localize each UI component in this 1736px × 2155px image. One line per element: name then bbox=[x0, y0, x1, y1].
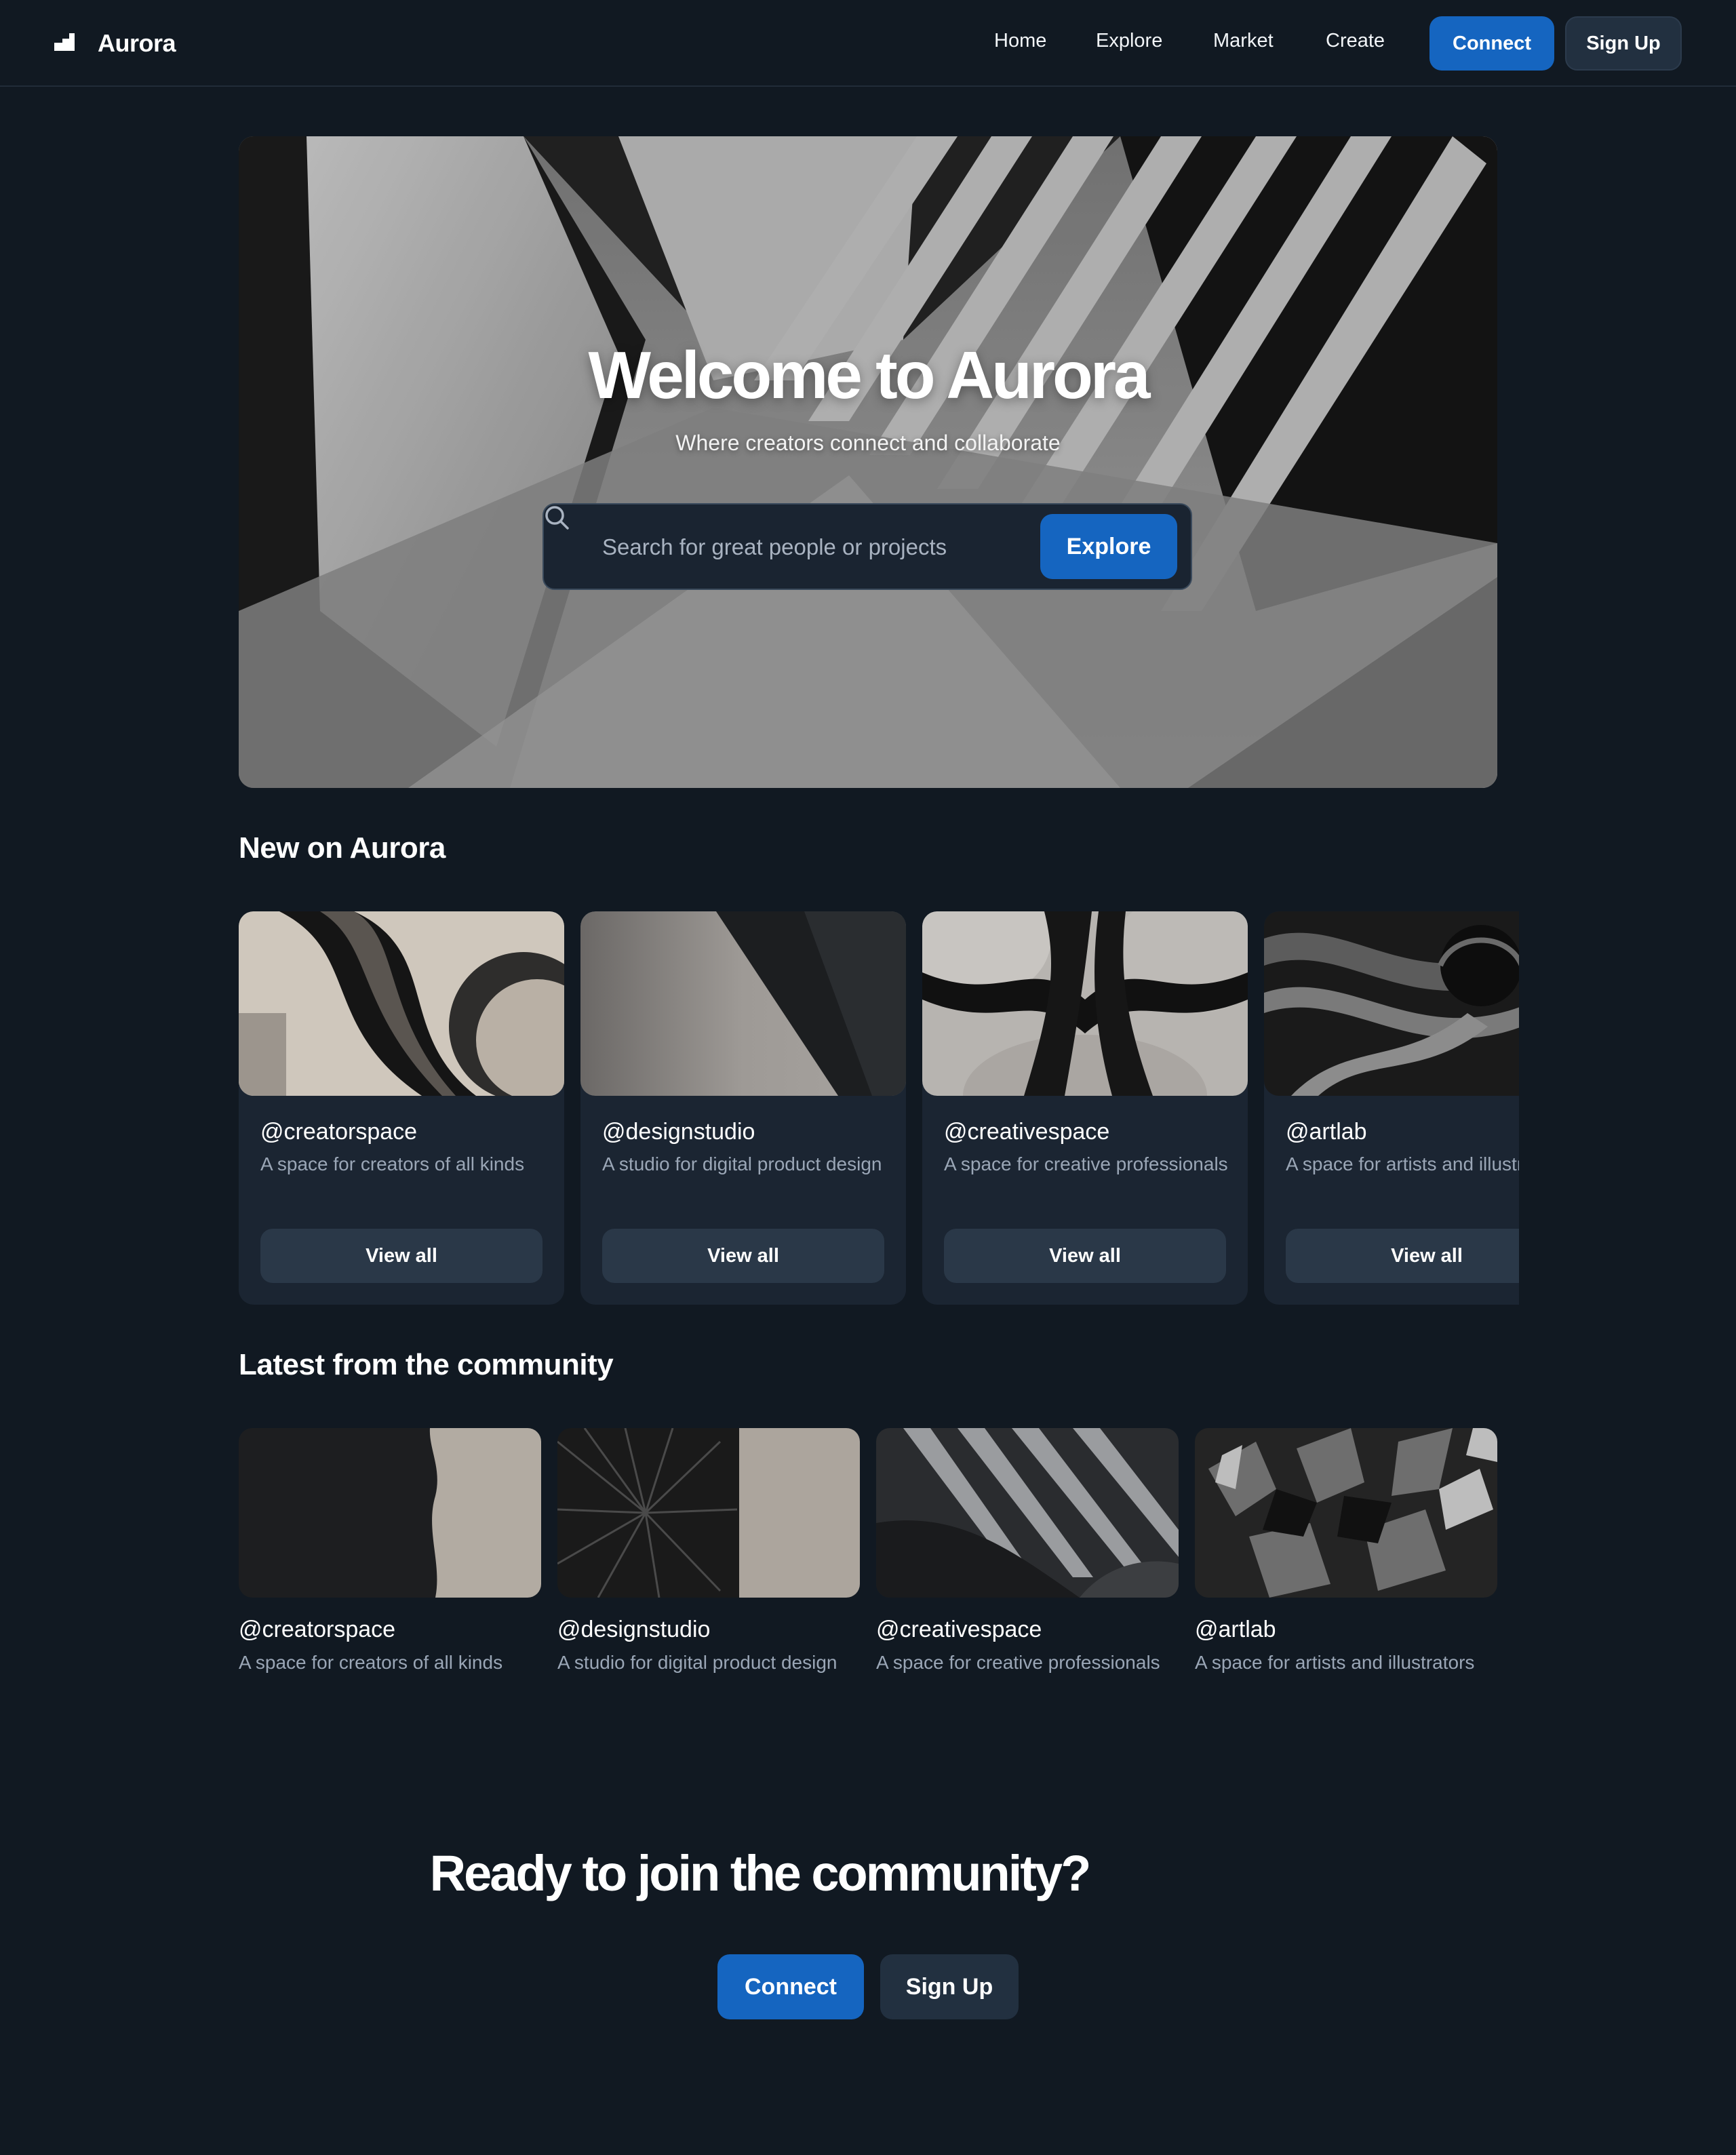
card-handle[interactable]: @creatorspace bbox=[260, 1119, 417, 1145]
card-description: A space for creative professionals bbox=[944, 1153, 1228, 1174]
nav-link-home[interactable]: Home bbox=[994, 30, 1046, 52]
card-image bbox=[580, 911, 906, 1096]
community-item-image bbox=[557, 1428, 860, 1598]
hero-subtitle: Where creators connect and collaborate bbox=[675, 431, 1061, 455]
card-handle[interactable]: @designstudio bbox=[602, 1119, 755, 1145]
community-item-handle[interactable]: @designstudio bbox=[557, 1617, 860, 1643]
hero-abstract-image bbox=[239, 136, 1497, 788]
search-input[interactable] bbox=[602, 523, 1023, 571]
cta-title: Ready to join the community? bbox=[429, 1845, 1092, 1901]
community-item-handle[interactable]: @creatorspace bbox=[239, 1617, 541, 1643]
cta-signup-button[interactable]: Sign Up bbox=[880, 1954, 1019, 2019]
nav-link-explore[interactable]: Explore bbox=[1096, 30, 1162, 52]
community-item-description: A studio for digital product design bbox=[557, 1652, 837, 1673]
cta-connect-button[interactable]: Connect bbox=[717, 1954, 864, 2019]
search-icon bbox=[545, 506, 569, 530]
nav-link-create[interactable]: Create bbox=[1326, 30, 1385, 52]
new-card[interactable]: @artlab A space for artists and illustra… bbox=[1264, 911, 1519, 1305]
community-item[interactable]: @designstudio A studio for digital produ… bbox=[557, 1428, 860, 1677]
top-nav: Aurora Home Explore Market Create Connec… bbox=[0, 0, 1736, 87]
view-all-button[interactable]: View all bbox=[602, 1229, 884, 1283]
card-description: A space for artists and illustrators bbox=[1286, 1153, 1519, 1174]
card-image bbox=[922, 911, 1248, 1096]
community-item-description: A space for artists and illustrators bbox=[1195, 1652, 1475, 1673]
nav-link-market[interactable]: Market bbox=[1213, 30, 1274, 52]
community-item[interactable]: @creativespace A space for creative prof… bbox=[876, 1428, 1179, 1677]
hero-title: Welcome to Aurora bbox=[588, 338, 1150, 412]
hero-explore-button[interactable]: Explore bbox=[1040, 514, 1177, 579]
community-item[interactable]: @creatorspace A space for creators of al… bbox=[239, 1428, 541, 1677]
new-card[interactable]: @creatorspace A space for creators of al… bbox=[239, 911, 564, 1305]
community-item-description: A space for creative professionals bbox=[876, 1652, 1160, 1673]
new-card[interactable]: @creativespace A space for creative prof… bbox=[922, 911, 1248, 1305]
new-section-title: New on Aurora bbox=[239, 831, 446, 865]
hero-search-bar: Explore bbox=[542, 503, 1192, 590]
community-item[interactable]: @artlab A space for artists and illustra… bbox=[1195, 1428, 1497, 1677]
view-all-button[interactable]: View all bbox=[260, 1229, 542, 1283]
community-item-handle[interactable]: @artlab bbox=[1195, 1617, 1497, 1643]
community-item-description: A space for creators of all kinds bbox=[239, 1652, 503, 1673]
community-item-handle[interactable]: @creativespace bbox=[876, 1617, 1179, 1643]
card-handle[interactable]: @artlab bbox=[1286, 1119, 1367, 1145]
view-all-button[interactable]: View all bbox=[1286, 1229, 1519, 1283]
card-image bbox=[239, 911, 564, 1096]
card-description: A studio for digital product design bbox=[602, 1153, 882, 1174]
view-all-button[interactable]: View all bbox=[944, 1229, 1226, 1283]
community-item-image bbox=[239, 1428, 541, 1598]
brand-name: Aurora bbox=[98, 29, 176, 57]
card-image bbox=[1264, 911, 1519, 1096]
card-description: A space for creators of all kinds bbox=[260, 1153, 525, 1174]
card-handle[interactable]: @creativespace bbox=[944, 1119, 1109, 1145]
community-item-image bbox=[1195, 1428, 1497, 1598]
community-section-title: Latest from the community bbox=[239, 1348, 614, 1381]
nav-connect-button[interactable]: Connect bbox=[1429, 16, 1554, 71]
aurora-logo-icon bbox=[54, 33, 75, 54]
brand[interactable]: Aurora bbox=[54, 26, 176, 61]
new-cards-carousel[interactable]: @creatorspace A space for creators of al… bbox=[239, 911, 1519, 1305]
hero-banner: Welcome to Aurora Where creators connect… bbox=[239, 136, 1497, 788]
community-item-image bbox=[876, 1428, 1179, 1598]
nav-signup-button[interactable]: Sign Up bbox=[1565, 16, 1682, 71]
new-card[interactable]: @designstudio A studio for digital produ… bbox=[580, 911, 906, 1305]
